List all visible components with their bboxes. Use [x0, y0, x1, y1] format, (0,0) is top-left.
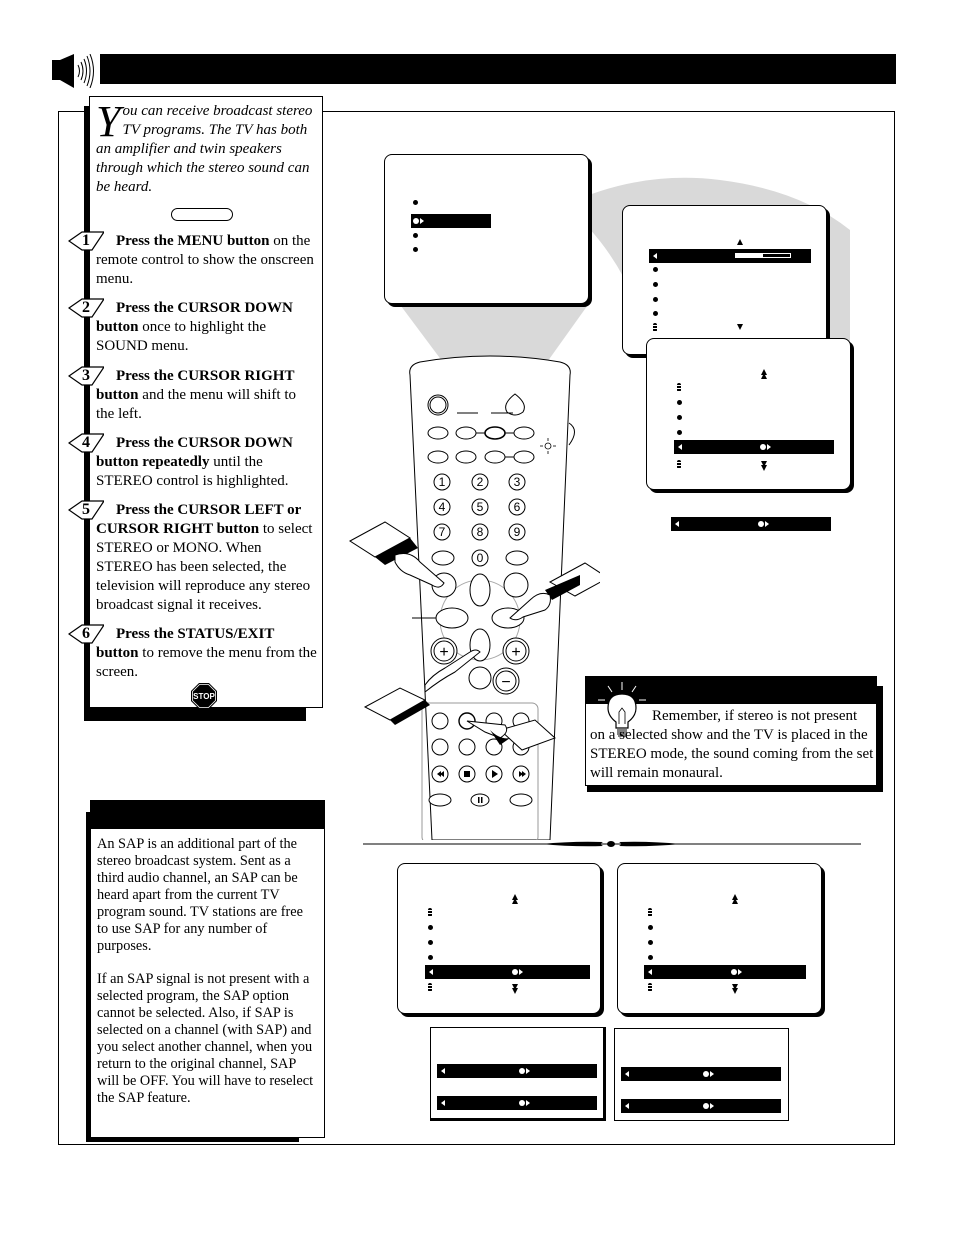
more-items-icon: [677, 460, 681, 469]
more-items-icon: [677, 383, 681, 392]
menu-button-illustration: [171, 208, 233, 221]
header-bar: [100, 54, 896, 84]
key-5: 5: [477, 500, 484, 514]
slider-track: [735, 253, 791, 258]
more-items-icon: [653, 323, 657, 332]
stereo-mono-bar: [671, 517, 831, 531]
slider-fill: [736, 254, 763, 257]
scroll-up-icon: [737, 239, 743, 245]
channel-plus-key: +: [511, 644, 520, 661]
sap-paragraph: If an SAP signal is not present with a s…: [97, 971, 314, 1106]
menu-highlight-bar: [411, 214, 491, 228]
menu-bullet: [677, 430, 682, 435]
key-7: 7: [439, 525, 446, 539]
scroll-down-icon: [761, 465, 767, 471]
key-9: 9: [514, 525, 521, 539]
step-2: 2 Press the CURSOR DOWN button once to h…: [68, 298, 318, 356]
tip-text: Remember, if stereo is not present on a …: [590, 708, 874, 781]
cursor-icon: [413, 218, 419, 224]
key-3: 3: [514, 475, 521, 489]
scroll-down-icon: [737, 324, 743, 330]
step-number-badge: 1: [68, 231, 104, 251]
menu-highlight-bar-sap: [644, 965, 806, 979]
sap-paragraph: An SAP is an additional part of the ster…: [97, 836, 303, 954]
sap-options-box-right: [614, 1028, 789, 1121]
menu-bullet: [653, 267, 658, 272]
svg-text:STOP: STOP: [193, 692, 215, 701]
menu-bullet: [413, 200, 418, 205]
step-number-badge: 3: [68, 366, 104, 386]
sap-menu-screen-right: [617, 863, 822, 1014]
step-3: 3 Press the CURSOR RIGHT button and the …: [68, 366, 318, 424]
menu-bullet: [653, 297, 658, 302]
step-lead: Press the CURSOR DOWN button repeatedly: [96, 435, 293, 470]
menu-bullet: [413, 247, 418, 252]
sap-options-box-left: [430, 1027, 606, 1121]
sap-menu-screen-left: [397, 863, 601, 1014]
step-number-badge: 5: [68, 500, 104, 520]
channel-minus-key: −: [501, 674, 510, 691]
key-6: 6: [514, 500, 521, 514]
key-1: 1: [439, 475, 446, 489]
sound-menu-screen-1: [622, 205, 827, 355]
sound-menu-screen-2: [646, 338, 851, 490]
key-0: 0: [477, 551, 484, 565]
key-4: 4: [439, 500, 446, 514]
step-4: 4 Press the CURSOR DOWN button repeatedl…: [68, 433, 318, 491]
section-divider: [363, 841, 861, 847]
step-5: 5 Press the CURSOR LEFT or CURSOR RIGHT …: [68, 500, 318, 615]
intro-dropcap: Y: [96, 97, 121, 146]
menu-bullet: [413, 233, 418, 238]
menu-bullet: [653, 282, 658, 287]
stop-sign-icon: STOP: [191, 683, 217, 709]
menu-bullet: [677, 415, 682, 420]
menu-highlight-bar-stereo: [674, 440, 834, 454]
scroll-up-icon: [761, 373, 767, 379]
step-number-badge: 2: [68, 298, 104, 318]
volume-plus-key: +: [439, 644, 448, 661]
sap-panel-header: [90, 800, 325, 829]
key-2: 2: [477, 475, 484, 489]
step-number-badge: 4: [68, 433, 104, 453]
intro-text: ou can receive broadcast stereo TV progr…: [96, 103, 313, 195]
intro-paragraph: You can receive broadcast stereo TV prog…: [96, 97, 318, 197]
step-6: 6 Press the STATUS/EXIT button to remove…: [68, 624, 318, 682]
speaker-sound-icon: [52, 54, 94, 88]
step-number-badge: 6: [68, 624, 104, 644]
step-1: 1 Press the MENU button on the remote co…: [68, 231, 318, 289]
key-8: 8: [477, 525, 484, 539]
remote-control-illustration: 1 2 3 4 5 6 7 8 9 0 + + −: [349, 355, 600, 840]
step-lead: Press the MENU button: [116, 233, 270, 249]
menu-highlight-bar: [649, 249, 811, 263]
main-menu-screen: [384, 154, 589, 304]
sap-text: An SAP is an additional part of the ster…: [97, 836, 315, 1123]
menu-highlight-bar-sap: [425, 965, 590, 979]
cursor-left-icon: [653, 253, 657, 259]
menu-bullet: [677, 400, 682, 405]
more-items-icon: [428, 908, 432, 917]
more-items-icon: [648, 908, 652, 917]
menu-bullet: [653, 311, 658, 316]
